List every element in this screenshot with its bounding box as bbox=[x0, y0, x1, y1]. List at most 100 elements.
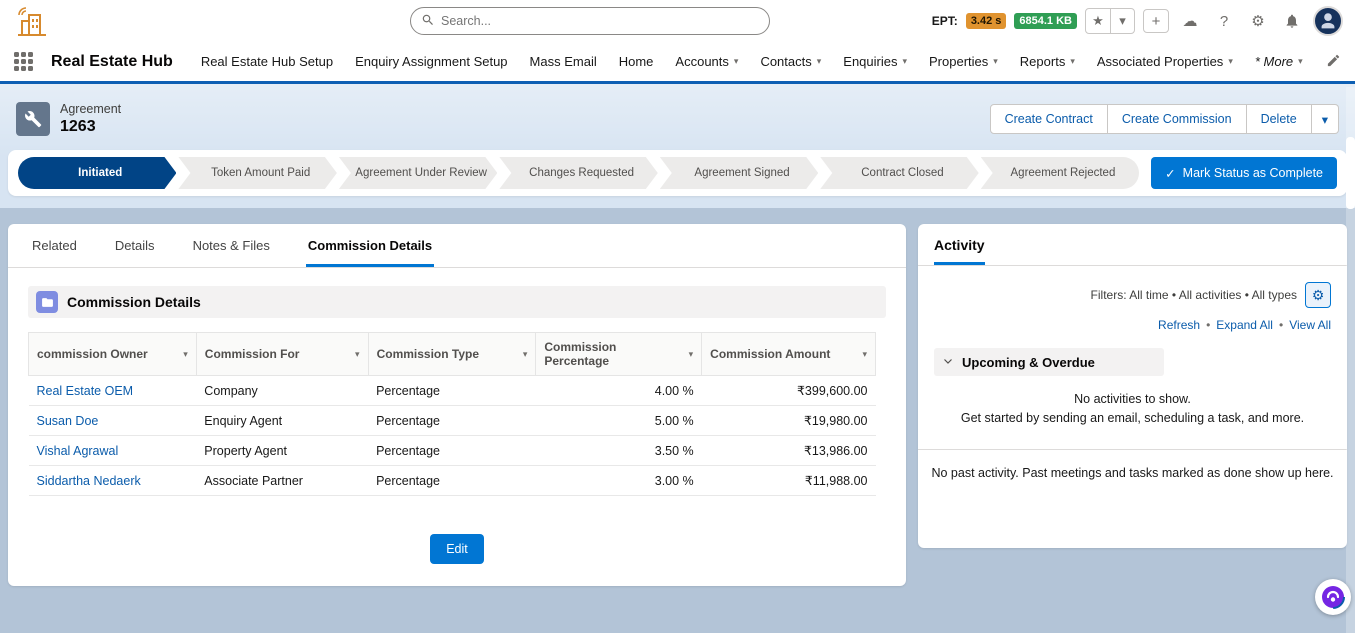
col-commission-for[interactable]: Commission For▾ bbox=[196, 333, 368, 376]
company-logo-icon[interactable] bbox=[12, 4, 52, 38]
folder-icon bbox=[36, 291, 58, 313]
owner-link[interactable]: Susan Doe bbox=[29, 406, 197, 436]
user-avatar[interactable] bbox=[1313, 6, 1343, 36]
chevron-down-icon[interactable]: ▾ bbox=[355, 350, 360, 359]
nav-tab-real-estate-hub-setup[interactable]: Real Estate Hub Setup bbox=[201, 54, 333, 69]
path-stage-agreement-under-review[interactable]: Agreement Under Review bbox=[339, 157, 497, 189]
record-tabs: Related Details Notes & Files Commission… bbox=[8, 224, 906, 268]
chevron-down-icon[interactable]: ▾ bbox=[862, 350, 867, 359]
tab-details[interactable]: Details bbox=[113, 224, 157, 267]
more-actions-chevron-icon[interactable]: ▾ bbox=[1312, 104, 1339, 134]
nav-tab-accounts[interactable]: Accounts▾ bbox=[675, 54, 738, 69]
mark-status-complete-button[interactable]: ✓ Mark Status as Complete bbox=[1151, 157, 1337, 189]
global-actions-plus-icon[interactable]: + bbox=[1143, 9, 1169, 33]
chevron-down-icon[interactable]: ▾ bbox=[1298, 57, 1303, 66]
col-commission-amount[interactable]: Commission Amount▾ bbox=[702, 333, 876, 376]
chevron-down-icon bbox=[942, 355, 954, 370]
edit-button-row: Edit bbox=[8, 534, 906, 564]
path-stage-changes-requested[interactable]: Changes Requested bbox=[499, 157, 657, 189]
agreement-object-icon bbox=[16, 102, 50, 136]
nav-tab-home[interactable]: Home bbox=[619, 54, 654, 69]
activity-filters-row: Filters: All time • All activities • All… bbox=[918, 266, 1347, 308]
tab-commission-details[interactable]: Commission Details bbox=[306, 224, 434, 267]
path-stage-agreement-signed[interactable]: Agreement Signed bbox=[660, 157, 818, 189]
owner-link[interactable]: Real Estate OEM bbox=[29, 376, 197, 406]
ept-label: EPT: bbox=[932, 14, 958, 28]
main-content: Related Details Notes & Files Commission… bbox=[0, 208, 1355, 586]
chevron-down-icon[interactable]: ▾ bbox=[183, 350, 188, 359]
edit-button[interactable]: Edit bbox=[430, 534, 484, 564]
upcoming-overdue-section-header[interactable]: Upcoming & Overdue bbox=[934, 348, 1164, 376]
commission-percentage-cell: 4.00 % bbox=[536, 376, 702, 406]
chevron-down-icon[interactable]: ▾ bbox=[902, 57, 907, 66]
commission-type-cell: Percentage bbox=[368, 406, 536, 436]
chevron-down-icon[interactable]: ▾ bbox=[1228, 57, 1233, 66]
commission-table-header-row: commission Owner▾ Commission For▾ Commis… bbox=[29, 333, 876, 376]
path-stage-token-amount-paid[interactable]: Token Amount Paid bbox=[178, 157, 336, 189]
edit-nav-pencil-icon[interactable] bbox=[1326, 53, 1341, 71]
delete-button[interactable]: Delete bbox=[1247, 104, 1312, 134]
activity-filters-text: Filters: All time • All activities • All… bbox=[1091, 288, 1297, 302]
owner-link[interactable]: Vishal Agrawal bbox=[29, 436, 197, 466]
path-stage-initiated[interactable]: Initiated bbox=[18, 157, 176, 189]
expand-all-link[interactable]: Expand All bbox=[1216, 318, 1273, 332]
memory-badge: 6854.1 KB bbox=[1014, 13, 1077, 29]
chevron-down-icon[interactable]: ▾ bbox=[523, 350, 528, 359]
nav-tab-more[interactable]: * More▾ bbox=[1255, 54, 1303, 69]
nav-tabs: Real Estate Hub Setup Enquiry Assignment… bbox=[201, 54, 1308, 69]
check-icon: ✓ bbox=[1165, 166, 1175, 181]
create-commission-button[interactable]: Create Commission bbox=[1108, 104, 1247, 134]
view-all-link[interactable]: View All bbox=[1289, 318, 1331, 332]
nav-tab-associated-properties[interactable]: Associated Properties▾ bbox=[1097, 54, 1233, 69]
tab-related[interactable]: Related bbox=[30, 224, 79, 267]
chevron-down-icon[interactable]: ▾ bbox=[689, 350, 694, 359]
help-icon[interactable]: ? bbox=[1211, 9, 1237, 33]
app-name: Real Estate Hub bbox=[51, 53, 173, 71]
favorites-dropdown-icon[interactable]: ▾ bbox=[1110, 9, 1134, 33]
chevron-down-icon[interactable]: ▾ bbox=[993, 57, 998, 66]
activity-settings-gear-icon[interactable]: ⚙ bbox=[1305, 282, 1331, 308]
upcoming-overdue-title: Upcoming & Overdue bbox=[962, 355, 1095, 370]
nav-tab-mass-email[interactable]: Mass Email bbox=[530, 54, 597, 69]
dot-separator: • bbox=[1206, 318, 1210, 332]
page: EPT: 3.42 s 6854.1 KB ★ ▾ + ☁ ? ⚙ Real E… bbox=[0, 0, 1355, 633]
record-header-band: Agreement 1263 Create Contract Create Co… bbox=[0, 84, 1355, 208]
refresh-link[interactable]: Refresh bbox=[1158, 318, 1200, 332]
commission-table: commission Owner▾ Commission For▾ Commis… bbox=[28, 332, 876, 496]
chevron-down-icon[interactable]: ▾ bbox=[817, 57, 822, 66]
create-contract-button[interactable]: Create Contract bbox=[990, 104, 1108, 134]
nav-tab-properties[interactable]: Properties▾ bbox=[929, 54, 998, 69]
assistant-fab-button[interactable] bbox=[1315, 579, 1351, 615]
commission-amount-cell: ₹13,986.00 bbox=[702, 436, 876, 466]
chevron-down-icon[interactable]: ▾ bbox=[1070, 57, 1075, 66]
activity-links-row: Refresh • Expand All • View All bbox=[918, 308, 1347, 332]
nav-tab-enquiry-assignment-setup[interactable]: Enquiry Assignment Setup bbox=[355, 54, 507, 69]
tab-activity[interactable]: Activity bbox=[934, 237, 985, 265]
commission-for-cell: Enquiry Agent bbox=[196, 406, 368, 436]
nav-tab-reports[interactable]: Reports▾ bbox=[1020, 54, 1075, 69]
owner-link[interactable]: Siddartha Nedaerk bbox=[29, 466, 197, 496]
global-search[interactable] bbox=[410, 7, 770, 35]
col-commission-percentage[interactable]: Commission Percentage▾ bbox=[536, 333, 702, 376]
nav-tab-enquiries[interactable]: Enquiries▾ bbox=[843, 54, 907, 69]
path-stage-agreement-rejected[interactable]: Agreement Rejected bbox=[981, 157, 1139, 189]
setup-gear-icon[interactable]: ⚙ bbox=[1245, 9, 1271, 33]
app-launcher-icon[interactable] bbox=[14, 52, 33, 71]
col-commission-owner[interactable]: commission Owner▾ bbox=[29, 333, 197, 376]
col-commission-type[interactable]: Commission Type▾ bbox=[368, 333, 536, 376]
chevron-down-icon[interactable]: ▾ bbox=[734, 57, 739, 66]
search-input[interactable] bbox=[441, 14, 759, 28]
scrollbar-thumb[interactable] bbox=[1346, 137, 1355, 209]
commission-for-cell: Property Agent bbox=[196, 436, 368, 466]
tab-notes-files[interactable]: Notes & Files bbox=[191, 224, 272, 267]
notifications-bell-icon[interactable] bbox=[1279, 9, 1305, 33]
commission-type-cell: Percentage bbox=[368, 436, 536, 466]
path-stage-contract-closed[interactable]: Contract Closed bbox=[820, 157, 978, 189]
nav-tab-contacts[interactable]: Contacts▾ bbox=[760, 54, 821, 69]
record-meta: Agreement 1263 bbox=[60, 102, 121, 136]
favorite-star-icon[interactable]: ★ bbox=[1086, 9, 1110, 33]
empty-state-title: No activities to show. bbox=[938, 390, 1327, 409]
commission-for-cell: Associate Partner bbox=[196, 466, 368, 496]
global-header: EPT: 3.42 s 6854.1 KB ★ ▾ + ☁ ? ⚙ bbox=[0, 0, 1355, 42]
org-cloud-icon[interactable]: ☁ bbox=[1177, 9, 1203, 33]
